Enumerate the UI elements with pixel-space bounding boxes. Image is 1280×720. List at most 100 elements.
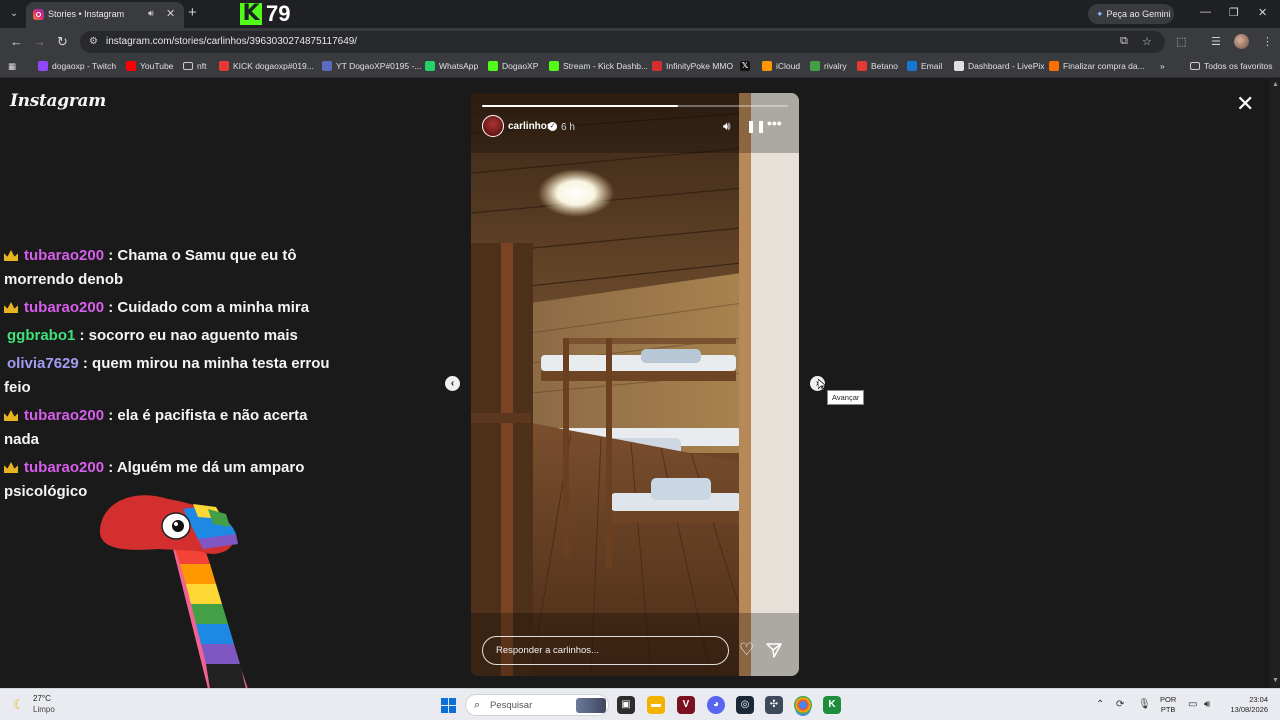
install-app-icon[interactable]: ⧉: [1120, 35, 1128, 48]
kick-icon: [488, 61, 498, 71]
profile-avatar[interactable]: [1234, 34, 1249, 49]
tab-strip: ⌄ Stories • Instagram 🔊︎ ✕ + 79 ✦Peça ao…: [0, 0, 1280, 28]
bookmark-item[interactable]: 𝕏: [740, 61, 754, 71]
heart-icon[interactable]: ♡: [739, 640, 754, 660]
bookmark-label: InfinityPoke MMO: [666, 61, 734, 71]
icloud-icon: [762, 61, 772, 71]
system-clock[interactable]: 23:04 13/08/2026: [1226, 695, 1268, 715]
steam-icon[interactable]: ◎: [736, 696, 754, 714]
back-arrow-icon[interactable]: ←: [10, 34, 23, 49]
language-code: POR: [1160, 695, 1177, 704]
network-icon[interactable]: ▭: [1188, 699, 1197, 710]
apps-grid-icon[interactable]: ▦: [8, 61, 16, 72]
start-button[interactable]: [441, 698, 456, 713]
speaker-icon[interactable]: 🔊︎: [148, 8, 154, 19]
weather-description[interactable]: Limpo: [33, 705, 55, 714]
scroll-down-arrow-icon[interactable]: ▼: [1272, 677, 1279, 684]
story-card[interactable]: carlinhos ✓ 6 h 🔊︎ ❚❚ ••• ♡: [471, 93, 799, 676]
story-progress-bar: [482, 105, 788, 107]
bookmark-item[interactable]: Finalizar compra da...: [1049, 61, 1145, 71]
verified-badge-icon: ✓: [548, 122, 557, 131]
pokeball-icon: [652, 61, 662, 71]
instagram-favicon-icon: [33, 9, 44, 20]
send-icon[interactable]: [765, 641, 783, 659]
crown-badge-icon: [4, 302, 18, 313]
app-icon[interactable]: ✣: [765, 696, 783, 714]
bookmark-item[interactable]: WhatsApp: [425, 61, 478, 71]
bookmark-item[interactable]: InfinityPoke MMO: [652, 61, 733, 71]
close-story-icon[interactable]: ✕: [1236, 93, 1254, 115]
chat-message: tubarao200 : Cuidado com a minha mira: [4, 296, 334, 320]
tab-instagram-stories[interactable]: Stories • Instagram 🔊︎ ✕: [26, 2, 184, 28]
volume-tray-icon[interactable]: 🔊︎: [1204, 699, 1210, 710]
chat-message: ggbrabo1 : socorro eu nao aguento mais: [4, 324, 334, 348]
restore-icon[interactable]: ❐: [1229, 6, 1239, 19]
bookmark-item[interactable]: YT DogaoXP#0195 -...: [322, 61, 421, 71]
chrome-icon[interactable]: [794, 696, 812, 714]
bookmark-item[interactable]: dogaoxp - Twitch: [38, 61, 116, 71]
chat-text: : socorro eu nao aguento mais: [79, 327, 298, 344]
tab-close-icon[interactable]: ✕: [166, 7, 175, 20]
extensions-icon[interactable]: ⬚: [1176, 35, 1186, 48]
bookmark-item[interactable]: rivalry: [810, 61, 847, 71]
all-bookmarks-folder[interactable]: Todos os favoritos: [1190, 61, 1273, 71]
microphone-icon[interactable]: 🎙︎: [1138, 699, 1151, 710]
bookmark-item[interactable]: YouTube: [126, 61, 173, 71]
window-close-icon[interactable]: ✕: [1258, 6, 1267, 19]
instagram-story-viewer: Instagram ✕ ▲ ▼ tubarao200 : Chama o Sam…: [0, 79, 1280, 689]
bookmark-item[interactable]: iCloud: [762, 61, 800, 71]
bookmark-label: DogaoXP: [502, 61, 539, 71]
media-controls-icon[interactable]: ☰: [1211, 35, 1221, 48]
moon-weather-icon[interactable]: ☾: [13, 697, 25, 713]
previous-story-button[interactable]: ‹: [445, 376, 460, 391]
kick-viewer-badge: 79: [240, 1, 290, 27]
new-tab-button[interactable]: +: [188, 4, 197, 21]
story-author-avatar[interactable]: [482, 115, 504, 137]
bookmark-item[interactable]: KICK dogaoxp#019...: [219, 61, 314, 71]
mouse-cursor-icon: [818, 379, 826, 391]
bookmark-star-icon[interactable]: ☆: [1142, 35, 1152, 48]
more-options-icon[interactable]: •••: [767, 115, 782, 131]
file-explorer-icon[interactable]: ▬: [647, 696, 665, 714]
scroll-up-arrow-icon[interactable]: ▲: [1272, 81, 1279, 88]
twitch-icon: [38, 61, 48, 71]
task-view-icon[interactable]: ▣: [617, 696, 635, 714]
discord-icon: [322, 61, 332, 71]
forward-arrow-icon[interactable]: →: [33, 34, 46, 49]
site-info-icon[interactable]: ⚙: [89, 36, 98, 47]
bookmark-item[interactable]: nft: [183, 61, 206, 71]
chat-username: olivia7629: [7, 355, 79, 372]
language-indicator[interactable]: POR PTB: [1160, 695, 1176, 715]
bookmark-item[interactable]: Dashboard - LivePix: [954, 61, 1045, 71]
url-text[interactable]: instagram.com/stories/carlinhos/39630302…: [106, 36, 357, 47]
chat-username: tubarao200: [24, 459, 105, 476]
more-bookmarks-chevron-icon[interactable]: »: [1160, 61, 1165, 71]
instagram-logo[interactable]: Instagram: [10, 91, 106, 111]
kick-app-icon[interactable]: K: [823, 696, 841, 714]
pause-icon[interactable]: ❚❚: [746, 119, 766, 133]
bookmark-item[interactable]: DogaoXP: [488, 61, 538, 71]
reload-icon[interactable]: ↻: [57, 34, 68, 50]
taskbar-search[interactable]: ⌕ Pesquisar: [465, 694, 609, 716]
tab-search-button[interactable]: ⌄: [5, 5, 23, 23]
scrollbar[interactable]: [1270, 79, 1280, 688]
valorant-icon[interactable]: V: [677, 696, 695, 714]
volume-icon[interactable]: 🔊︎: [723, 119, 731, 134]
bookmark-item[interactable]: Email: [907, 61, 942, 71]
bookmark-item[interactable]: Stream - Kick Dashb...: [549, 61, 648, 71]
minimize-icon[interactable]: —: [1200, 6, 1211, 18]
youtube-icon: [126, 61, 136, 71]
discord-icon[interactable]: ◕: [707, 696, 725, 714]
sync-icon[interactable]: ⟳: [1116, 699, 1124, 710]
bookmark-item[interactable]: Betano: [857, 61, 898, 71]
address-bar[interactable]: ⚙ instagram.com/stories/carlinhos/396303…: [80, 31, 1165, 53]
menu-kebab-icon[interactable]: ⋮: [1262, 35, 1273, 48]
chat-message: olivia7629 : quem mirou na minha testa e…: [4, 352, 334, 400]
next-tooltip: Avançar: [827, 390, 865, 405]
story-author-username[interactable]: carlinhos: [508, 121, 552, 132]
gemini-button[interactable]: ✦ Peça ao Gemini: [1088, 4, 1174, 24]
tray-chevron-icon[interactable]: ⌃: [1096, 699, 1104, 710]
betano-icon: [857, 61, 867, 71]
reply-input[interactable]: [482, 636, 729, 665]
weather-temperature[interactable]: 27°C: [33, 694, 51, 703]
